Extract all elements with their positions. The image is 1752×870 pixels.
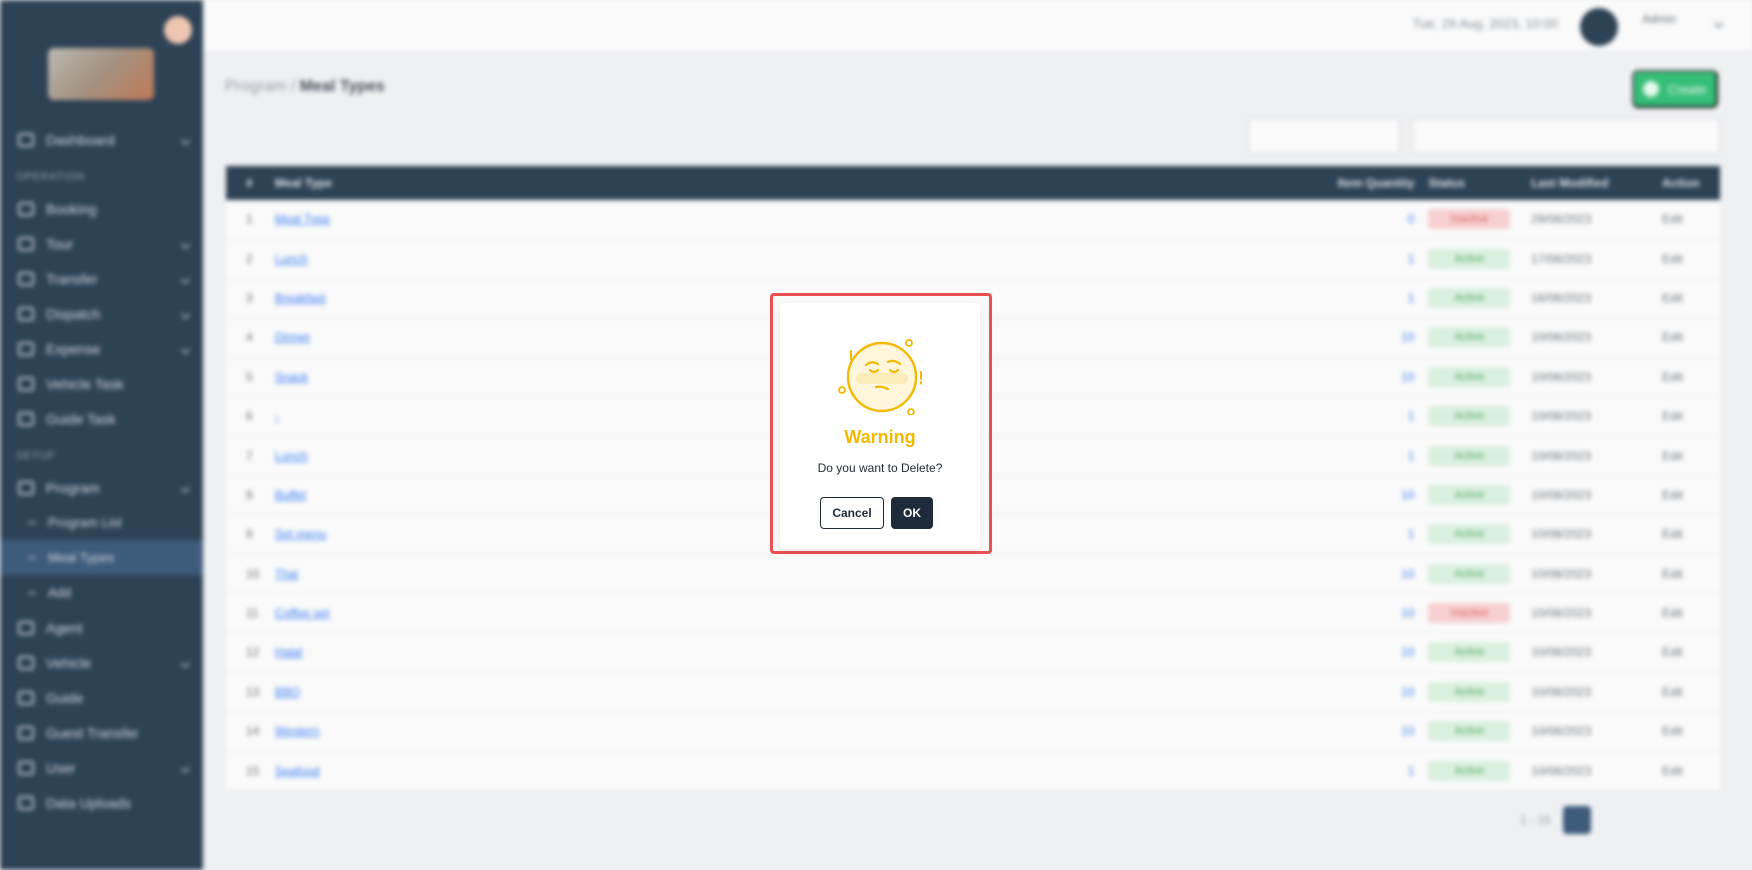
cancel-button[interactable]: Cancel <box>820 497 884 529</box>
dialog-title: Warning <box>844 427 916 447</box>
confirm-dialog: Warning Do you want to Delete? Cancel OK <box>780 303 980 549</box>
ok-button[interactable]: OK <box>891 497 933 529</box>
confused-emoji-icon <box>838 339 922 415</box>
dialog-message: Do you want to Delete? <box>817 461 943 475</box>
